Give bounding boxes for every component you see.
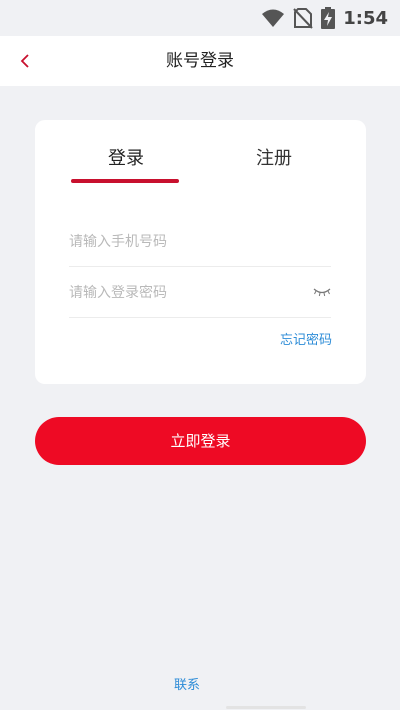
battery-charging-icon	[321, 7, 336, 29]
phone-field	[69, 217, 331, 267]
password-input[interactable]	[69, 268, 299, 318]
no-sim-icon	[293, 8, 313, 29]
login-card: 登录 注册 忘记密码	[35, 120, 366, 384]
tab-register[interactable]: 注册	[214, 144, 334, 174]
wifi-icon	[262, 9, 285, 27]
back-button[interactable]	[10, 46, 40, 76]
home-indicator	[226, 706, 306, 709]
footer-link[interactable]: 联系	[174, 674, 200, 693]
nav-bar: 账号登录	[0, 36, 400, 86]
status-bar: 1:54	[0, 0, 400, 36]
status-icons: 1:54	[261, 6, 388, 30]
status-time: 1:54	[343, 7, 388, 29]
login-button[interactable]: 立即登录	[35, 417, 366, 465]
page-title: 账号登录	[166, 51, 234, 71]
forgot-password-link[interactable]: 忘记密码	[280, 329, 332, 348]
phone-input[interactable]	[69, 217, 299, 267]
password-field	[69, 268, 331, 318]
eye-closed-icon[interactable]	[313, 285, 331, 299]
chevron-left-icon	[20, 54, 29, 68]
tab-login[interactable]: 登录	[66, 144, 186, 174]
active-tab-indicator	[71, 179, 179, 183]
